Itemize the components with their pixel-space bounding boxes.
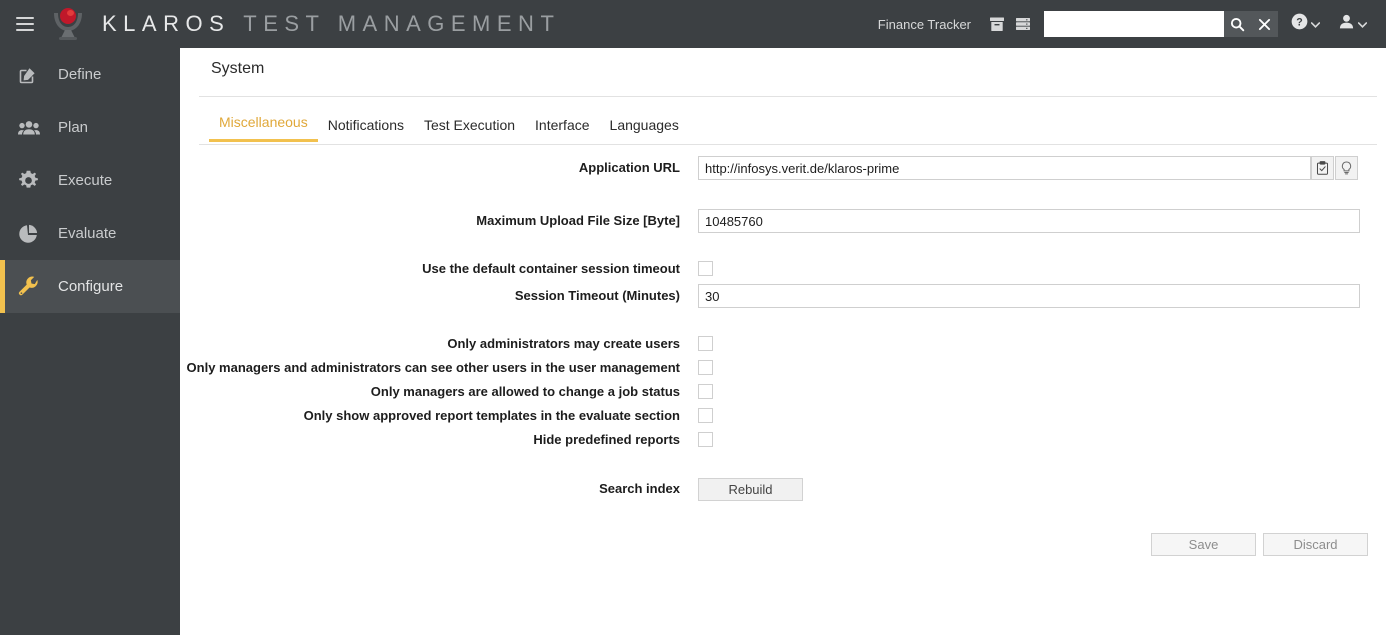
sidebar-item-evaluate[interactable]: Evaluate [0, 207, 180, 260]
application-url-label: Application URL [180, 160, 680, 175]
sidebar-item-label: Define [58, 66, 101, 83]
klaros-logo-icon[interactable] [48, 7, 88, 41]
tab-bar: Miscellaneous Notifications Test Executi… [209, 110, 689, 142]
users-icon [18, 119, 48, 137]
header-right-tools: Finance Tracker [878, 0, 1386, 48]
sidebar-item-execute[interactable]: Execute [0, 154, 180, 207]
sidebar-item-label: Configure [58, 278, 123, 295]
only-approved-templates-checkbox[interactable] [698, 408, 713, 423]
hide-predefined-reports-label: Hide predefined reports [180, 432, 680, 447]
only-managers-job-status-label: Only managers are allowed to change a jo… [180, 384, 680, 399]
brand-primary-text: KLAROS [102, 11, 230, 37]
edit-square-icon [18, 65, 48, 85]
tab-notifications[interactable]: Notifications [318, 113, 414, 142]
search-index-label: Search index [180, 481, 680, 496]
archive-box-icon[interactable] [984, 9, 1010, 39]
application-url-input[interactable] [698, 156, 1311, 180]
session-timeout-label: Session Timeout (Minutes) [180, 288, 680, 303]
tabs-divider [199, 144, 1377, 145]
user-icon [1338, 13, 1355, 35]
hamburger-bar [16, 17, 34, 19]
sidebar-item-define[interactable]: Define [0, 48, 180, 101]
pie-chart-icon [18, 224, 48, 244]
session-timeout-input[interactable] [698, 284, 1360, 308]
global-search [1044, 11, 1278, 37]
save-button[interactable]: Save [1151, 533, 1256, 556]
current-project-label: Finance Tracker [878, 17, 971, 32]
search-submit-button[interactable] [1224, 11, 1251, 37]
tab-languages[interactable]: Languages [600, 113, 689, 142]
hamburger-menu-icon[interactable] [16, 17, 34, 31]
hide-predefined-reports-checkbox[interactable] [698, 432, 713, 447]
search-input[interactable] [1044, 11, 1224, 37]
main-sidebar: Define Plan Execute Eva [0, 48, 180, 635]
user-menu[interactable] [1333, 9, 1372, 39]
page-title: System [211, 60, 264, 78]
wrench-icon [18, 276, 48, 297]
svg-text:?: ? [1296, 17, 1302, 29]
only-admins-create-users-label: Only administrators may create users [180, 336, 680, 351]
help-circle-icon: ? [1291, 13, 1308, 35]
hamburger-bar [16, 23, 34, 25]
gear-icon [18, 170, 48, 191]
discard-button[interactable]: Discard [1263, 533, 1368, 556]
top-header-bar: KLAROS TEST MANAGEMENT Finance Tracker [0, 0, 1386, 48]
sidebar-item-configure[interactable]: Configure [0, 260, 180, 313]
brand-title: KLAROS TEST MANAGEMENT [102, 11, 560, 37]
brand-secondary-text: TEST MANAGEMENT [243, 11, 560, 37]
rebuild-search-index-button[interactable]: Rebuild [698, 478, 803, 501]
lightbulb-icon[interactable] [1335, 156, 1358, 180]
hamburger-bar [16, 29, 34, 31]
help-menu[interactable]: ? [1286, 9, 1325, 39]
server-list-icon[interactable] [1010, 9, 1036, 39]
max-upload-label: Maximum Upload File Size [Byte] [180, 213, 680, 228]
tab-miscellaneous[interactable]: Miscellaneous [209, 110, 318, 142]
max-upload-input[interactable] [698, 209, 1360, 233]
tab-test-execution[interactable]: Test Execution [414, 113, 525, 142]
sidebar-item-label: Evaluate [58, 225, 116, 242]
chevron-down-icon [1358, 15, 1367, 33]
clipboard-check-icon[interactable] [1311, 156, 1334, 180]
only-managers-see-users-checkbox[interactable] [698, 360, 713, 375]
default-session-timeout-label: Use the default container session timeou… [180, 261, 680, 276]
sidebar-item-plan[interactable]: Plan [0, 101, 180, 154]
sidebar-item-label: Plan [58, 119, 88, 136]
tab-interface[interactable]: Interface [525, 113, 599, 142]
main-content-area: System Miscellaneous Notifications Test … [180, 48, 1386, 635]
only-managers-see-users-label: Only managers and administrators can see… [180, 360, 680, 375]
only-managers-job-status-checkbox[interactable] [698, 384, 713, 399]
search-clear-button[interactable] [1251, 11, 1278, 37]
sidebar-item-label: Execute [58, 172, 112, 189]
only-approved-templates-label: Only show approved report templates in t… [180, 408, 680, 423]
chevron-down-icon [1311, 15, 1320, 33]
default-session-timeout-checkbox[interactable] [698, 261, 713, 276]
title-divider [199, 96, 1377, 97]
only-admins-create-users-checkbox[interactable] [698, 336, 713, 351]
